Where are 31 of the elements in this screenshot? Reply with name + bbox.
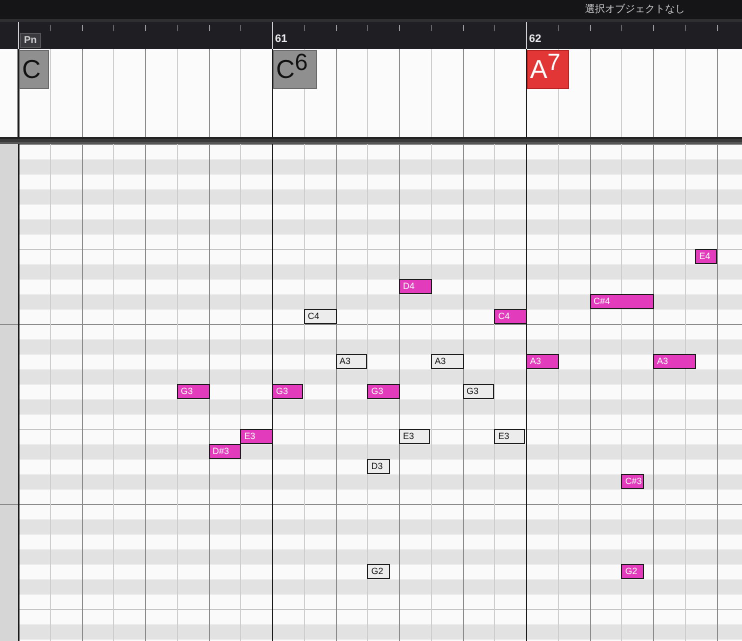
note-event[interactable]: A3 — [653, 354, 696, 369]
note-event[interactable]: C4 — [494, 309, 527, 324]
note-event[interactable]: G2 — [367, 564, 390, 579]
marker-tag[interactable]: Pn — [20, 33, 41, 48]
splitter-bar[interactable] — [0, 137, 742, 144]
piano-roll-grid[interactable]: E4 D4 C#4 C4 C4 A3 A3 A3 A3 G3 G3 G3 G3 E3 E3 E3 D#3 D3 C#3 G2 G2 — [0, 144, 742, 641]
note-event[interactable]: C4 — [304, 309, 336, 324]
note-event[interactable]: D3 — [367, 459, 390, 474]
chord-event[interactable]: C — [19, 50, 50, 89]
note-event[interactable]: G3 — [272, 384, 304, 399]
note-event[interactable]: D4 — [399, 279, 432, 294]
timeline-ruler[interactable]: Pn 61 62 — [0, 22, 742, 49]
note-event[interactable]: E3 — [399, 429, 430, 444]
status-text: 選択オブジェクトなし — [585, 3, 685, 17]
note-event[interactable]: C#3 — [621, 474, 644, 489]
note-event[interactable]: E4 — [695, 249, 718, 264]
note-event[interactable]: D#3 — [208, 444, 242, 459]
note-event[interactable]: A3 — [430, 354, 464, 369]
bar-number: 61 — [275, 32, 288, 46]
chord-event[interactable]: C$^{6}$ — [273, 50, 318, 89]
note-event[interactable]: A3 — [336, 354, 368, 369]
note-event[interactable]: E3 — [494, 429, 526, 444]
note-event[interactable]: C#4 — [590, 294, 654, 309]
note-event[interactable]: G3 — [367, 384, 400, 399]
note-event[interactable]: G2 — [621, 564, 644, 579]
note-event[interactable]: E3 — [240, 429, 273, 444]
bar-number: 62 — [529, 32, 542, 46]
chord-event[interactable]: A$^{7}$ — [527, 50, 570, 89]
note-event[interactable]: A3 — [526, 354, 559, 369]
note-event[interactable]: G3 — [462, 384, 494, 399]
note-event[interactable]: G3 — [176, 384, 210, 399]
